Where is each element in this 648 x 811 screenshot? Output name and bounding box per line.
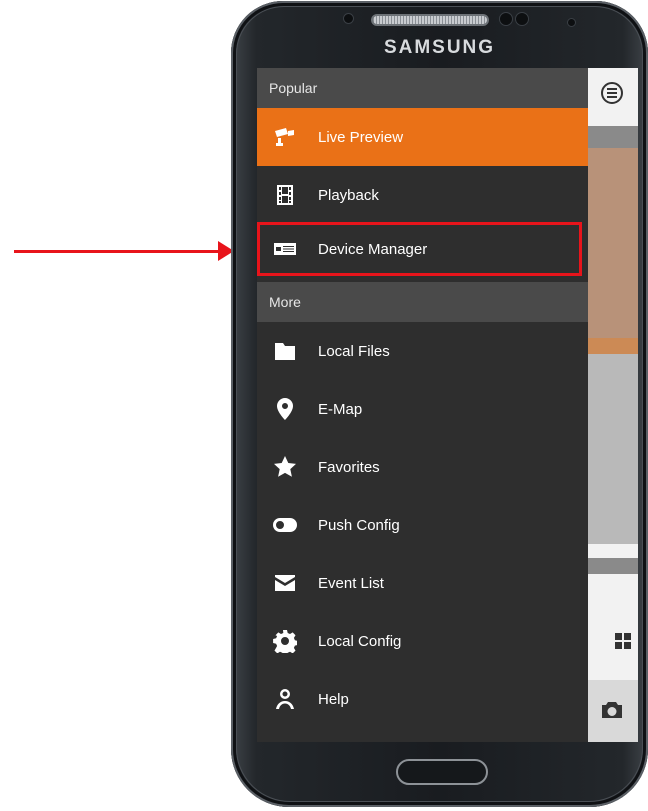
menu-item-label: Local Files — [318, 342, 390, 360]
menu-item-label: Live Preview — [318, 128, 404, 146]
menu-item-label: Playback — [318, 186, 379, 204]
gear-icon — [272, 628, 298, 654]
section-header-more: More — [257, 282, 588, 322]
menu-item-label: Help — [318, 690, 349, 708]
sensor-dot — [343, 13, 354, 24]
map-pin-icon — [272, 396, 298, 422]
video-preview-tile — [588, 354, 638, 544]
menu-item-label: E-Map — [318, 400, 363, 418]
film-strip-icon — [272, 182, 298, 208]
menu-item-label: Favorites — [318, 458, 380, 476]
camera-icon[interactable] — [601, 701, 623, 719]
led-dot — [567, 18, 576, 27]
proximity-sensor — [515, 12, 529, 26]
menu-item-local-config[interactable]: Local Config — [257, 612, 588, 670]
home-button[interactable] — [396, 759, 488, 785]
front-camera — [499, 12, 513, 26]
grid-layout-icon[interactable] — [615, 633, 631, 649]
brand-logo: SAMSUNG — [383, 37, 496, 58]
navigation-drawer: Popular Live Preview Playback Device Man… — [257, 68, 588, 742]
menu-item-live-preview[interactable]: Live Preview — [257, 108, 588, 166]
menu-item-label: Push Config — [318, 516, 400, 534]
annotation-arrow — [14, 250, 224, 253]
screen: Popular Live Preview Playback Device Man… — [257, 68, 638, 742]
menu-item-favorites[interactable]: Favorites — [257, 438, 588, 496]
menu-item-local-files[interactable]: Local Files — [257, 322, 588, 380]
menu-item-device-manager[interactable]: Device Manager — [257, 222, 588, 276]
person-icon — [272, 686, 298, 712]
menu-item-e-map[interactable]: E-Map — [257, 380, 588, 438]
app-content-peek — [588, 68, 638, 742]
star-icon — [272, 454, 298, 480]
menu-icon[interactable] — [601, 82, 623, 104]
content-band — [588, 338, 638, 354]
menu-item-help[interactable]: Help — [257, 670, 588, 728]
envelope-icon — [272, 570, 298, 596]
annotation-highlight-box — [257, 222, 582, 276]
content-band — [588, 126, 638, 148]
cctv-camera-icon — [272, 124, 298, 150]
menu-item-push-config[interactable]: Push Config — [257, 496, 588, 554]
menu-item-playback[interactable]: Playback — [257, 166, 588, 224]
toggle-icon — [272, 512, 298, 538]
section-header-popular: Popular — [257, 68, 588, 108]
video-preview-tile — [588, 148, 638, 338]
earpiece-speaker — [371, 14, 489, 26]
folder-icon — [272, 338, 298, 364]
menu-item-label: Local Config — [318, 632, 402, 650]
content-band — [588, 558, 638, 574]
menu-item-event-list[interactable]: Event List — [257, 554, 588, 612]
menu-item-label: Event List — [318, 574, 384, 592]
